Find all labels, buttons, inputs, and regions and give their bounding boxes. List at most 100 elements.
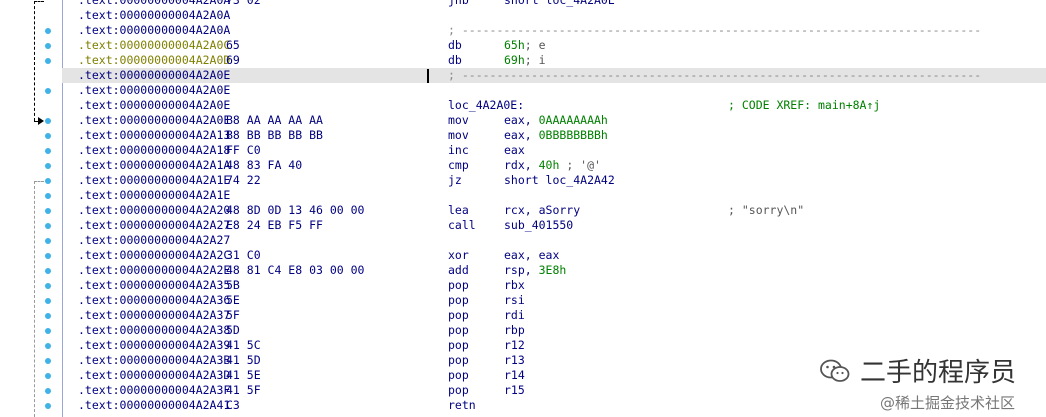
flow-arrow-line [34, 0, 44, 2]
operands[interactable]: eax [504, 143, 525, 158]
line-address: .text:00000000004A2A0E [78, 83, 231, 97]
breakpoint-dot[interactable] [45, 357, 51, 364]
listing-line[interactable]: .text:00000000004A2A1E [62, 188, 1046, 203]
listing-line[interactable]: .text:00000000004A2A13 B8 BB BB BB BB mov e… [62, 128, 1046, 143]
listing-line[interactable]: .text:00000000004A2A1A 48 83 FA 40 cmp rdx,… [62, 158, 1046, 173]
mnemonic: pop [448, 308, 469, 322]
listing-line[interactable]: .text:00000000004A2A0E loc_4A2A0E: ; CODE … [62, 98, 1046, 113]
breakpoint-dot[interactable] [45, 207, 51, 214]
operands[interactable]: rsi [504, 293, 525, 308]
operands[interactable]: 69h; i [504, 53, 546, 68]
opcode-bytes: 41 5F [226, 383, 261, 397]
operand-text: r13 [504, 353, 525, 367]
breakpoint-dot[interactable] [45, 387, 51, 394]
breakpoint-dot[interactable] [45, 342, 51, 349]
breakpoint-dot[interactable] [45, 132, 51, 139]
operands[interactable]: 65h; e [504, 38, 546, 53]
breakpoint-dot[interactable] [45, 87, 51, 94]
line-address: .text:00000000004A2A37 [78, 308, 231, 322]
breakpoint-dot[interactable] [45, 57, 51, 64]
operands[interactable]: short loc_4A2A42 [504, 173, 615, 188]
operand-text: rdi [504, 308, 525, 322]
breakpoint-dot[interactable] [45, 282, 51, 289]
breakpoint-dot[interactable] [45, 42, 51, 49]
breakpoint-dot[interactable] [45, 237, 51, 244]
line-address: .text:00000000004A2A13 [78, 128, 231, 142]
breakpoint-dot[interactable] [45, 267, 51, 274]
listing-line[interactable]: .text:00000000004A2A2C 31 C0 xor eax, eax [62, 248, 1046, 263]
operands[interactable]: eax, eax [504, 248, 559, 263]
line-address: .text:00000000004A2A3B [78, 353, 231, 367]
line-address: .text:00000000004A2A35 [78, 278, 231, 292]
operands[interactable]: rsp, 3E8h [504, 263, 566, 278]
listing-line[interactable]: .text:00000000004A2A36 5E pop rsi [62, 293, 1046, 308]
listing-line[interactable]: .text:00000000004A2A35 5B pop rbx [62, 278, 1046, 293]
listing-line[interactable]: .text:00000000004A2A0E B8 AA AA AA AA mov e… [62, 113, 1046, 128]
operands[interactable]: short loc_4A2A0E [504, 0, 615, 8]
mnemonic: cmp [448, 158, 469, 172]
operands[interactable]: rdi [504, 308, 525, 323]
operand-number: 3E8h [538, 263, 567, 277]
operand-text: rdx, [504, 158, 539, 172]
inline-comment: ; '@' [559, 158, 601, 172]
breakpoint-dot[interactable] [45, 402, 51, 409]
operand-text: rbp [504, 323, 525, 337]
listing-line[interactable]: .text:00000000004A2A0E [62, 83, 1046, 98]
operands[interactable]: r13 [504, 353, 525, 368]
breakpoint-dot[interactable] [45, 222, 51, 229]
line-address: .text:00000000004A2A3F [78, 383, 231, 397]
breakpoint-dot[interactable] [45, 27, 51, 34]
text-cursor [427, 69, 429, 83]
listing-line[interactable]: .text:00000000004A2A27 E8 24 EB F5 FF call… [62, 218, 1046, 233]
breakpoint-dot[interactable] [45, 372, 51, 379]
opcode-bytes: C3 [226, 398, 240, 412]
operands[interactable]: rcx, aSorry [504, 203, 580, 218]
listing-line[interactable]: .text:00000000004A2A39 41 5C pop r12 [62, 338, 1046, 353]
line-address: .text:00000000004A2A0E [78, 113, 231, 127]
listing-line[interactable]: .text:00000000004A2A0E ; ----------------… [62, 68, 1046, 83]
breakpoint-dot[interactable] [45, 162, 51, 169]
code-label[interactable]: loc_4A2A0E: [448, 98, 524, 113]
breakpoint-dot[interactable] [45, 297, 51, 304]
xref-comment[interactable]: ; CODE XREF: main+8A↑j [728, 98, 880, 113]
flow-gutter [0, 0, 63, 417]
breakpoint-dot[interactable] [45, 252, 51, 259]
flow-arrow-line [34, 180, 44, 182]
listing-line[interactable]: .text:00000000004A2A0A [62, 8, 1046, 23]
listing-line[interactable]: .text:00000000004A2A38 5D pop rbp [62, 323, 1046, 338]
breakpoint-dot[interactable] [45, 117, 51, 124]
listing-line[interactable]: .text:00000000004A2A18 FF C0 inc eax [62, 143, 1046, 158]
opcode-bytes: 48 81 C4 E8 03 00 00 [226, 263, 365, 277]
listing-line[interactable]: .text:00000000004A2A37 5F pop rdi [62, 308, 1046, 323]
breakpoint-dot[interactable] [45, 327, 51, 334]
listing-line[interactable]: .text:00000000004A2A20 48 8D 0D 13 46 00 … [62, 203, 1046, 218]
operands[interactable]: eax, 0AAAAAAAAh [504, 113, 608, 128]
breakpoint-dot[interactable] [45, 312, 51, 319]
opcode-bytes: 69 [226, 53, 240, 67]
listing-line[interactable]: .text:00000000004A2A0D 69 db 69h; i [62, 53, 1046, 68]
operands[interactable]: r14 [504, 368, 525, 383]
listing-line[interactable]: .text:00000000004A2A0A 73 02 jnb short loc_… [62, 0, 1046, 8]
mnemonic: db [448, 38, 462, 52]
operand-text: eax, eax [504, 248, 560, 262]
operands[interactable]: rbp [504, 323, 525, 338]
operands[interactable]: rbx [504, 278, 525, 293]
operands[interactable]: rdx, 40h ; '@' [504, 158, 601, 173]
operand-text: rsp, [504, 263, 539, 277]
operands[interactable]: r15 [504, 383, 525, 398]
listing-line[interactable]: .text:00000000004A2A0A ; ----------------… [62, 23, 1046, 38]
breakpoint-dot[interactable] [45, 192, 51, 199]
operand-text: short loc_4A2A0E [504, 0, 615, 7]
operands[interactable]: sub_401550 [504, 218, 573, 233]
operands[interactable]: eax, 0BBBBBBBBh [504, 128, 608, 143]
breakpoint-dot[interactable] [45, 177, 51, 184]
operands[interactable]: r12 [504, 338, 525, 353]
mnemonic: add [448, 263, 469, 277]
listing-line[interactable]: .text:00000000004A2A0C 65 db 65h; e [62, 38, 1046, 53]
line-address: .text:00000000004A2A0A [78, 8, 231, 22]
breakpoint-dot[interactable] [45, 147, 51, 154]
operand-number: 40h [538, 158, 560, 172]
listing-line[interactable]: .text:00000000004A2A1E 74 22 jz short loc_4… [62, 173, 1046, 188]
listing-line[interactable]: .text:00000000004A2A2E 48 81 C4 E8 03 00 … [62, 263, 1046, 278]
listing-line[interactable]: .text:00000000004A2A27 [62, 233, 1046, 248]
